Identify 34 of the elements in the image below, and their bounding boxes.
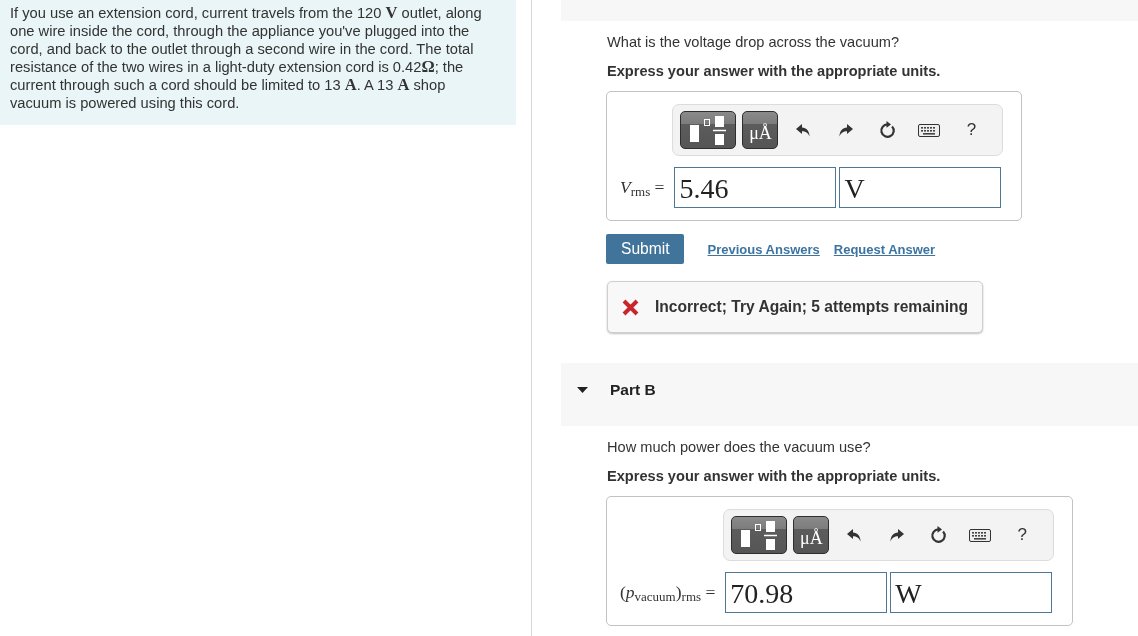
redo-icon	[837, 123, 853, 137]
units-button[interactable]: μÅ	[742, 111, 779, 149]
redo-icon	[888, 528, 904, 542]
reset-icon	[929, 526, 947, 544]
cross-icon	[622, 298, 639, 316]
help-button[interactable]: ?	[954, 113, 989, 147]
help-button[interactable]: ?	[1005, 518, 1040, 552]
answer-field[interactable]: 5.46	[674, 167, 837, 208]
instruction-text: Express your answer with the appropriate units.	[607, 62, 942, 80]
equation-label: (p$_{vacuum}$)$_{rms}$ =	[620, 582, 716, 603]
undo-icon	[795, 123, 811, 137]
answer-field[interactable]: 70.98	[725, 572, 888, 613]
text-link[interactable]: Previous Answers	[707, 241, 820, 257]
undo-icon	[846, 528, 862, 542]
template-icon	[690, 115, 727, 145]
question-text: What is the voltage drop across the vacuum?	[607, 33, 901, 51]
text-link[interactable]: Request Answer	[833, 241, 936, 257]
part-header[interactable]: Part B	[561, 363, 1138, 426]
part-title: Part B	[610, 380, 656, 399]
template-icon	[741, 520, 778, 550]
unit-field[interactable]: V	[839, 167, 1002, 208]
equation-label: V$_{rms}$ =	[620, 177, 665, 198]
template-button[interactable]	[680, 111, 737, 149]
template-button[interactable]	[731, 516, 788, 554]
instruction-text: Express your answer with the appropriate units.	[607, 467, 942, 485]
reset-icon	[878, 121, 896, 139]
submit-button[interactable]: Submit	[606, 234, 684, 264]
unit-field[interactable]: W	[890, 572, 1053, 613]
keyboard-icon	[918, 123, 941, 137]
problem-text: If you use an extension cord, current travels from the 120 V outlet, along one wire inside the cord, through the appliance you've plugged into the cord, and back to the outlet through a second wire in the cord. The total resistance of the two wires in a light-duty extension cord is 0.42Ω; the current through such a cord should be limited to 13 A. A 13 A shop vacuum is powered using this cord.	[10, 4, 483, 112]
question-text: How much power does the vacuum use?	[607, 438, 872, 456]
feedback-text: Incorrect; Try Again; 5 attempts remaining	[655, 298, 969, 316]
keyboard-icon	[969, 528, 992, 542]
units-button[interactable]: μÅ	[793, 516, 830, 554]
